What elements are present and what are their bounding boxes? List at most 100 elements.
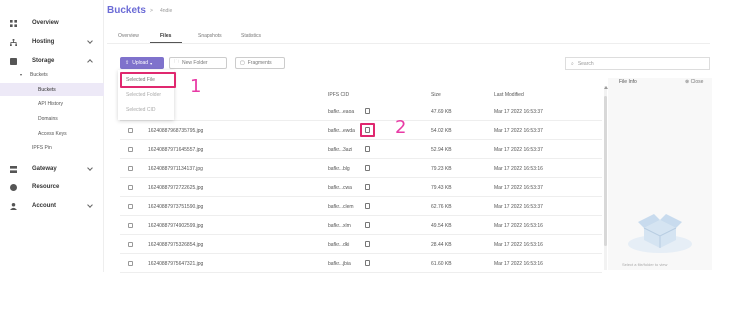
sidebar-item-label: Account — [32, 203, 56, 209]
sidebar-item-ipfs-pin[interactable]: IPFS Pin — [0, 141, 104, 154]
empty-box-illustration — [628, 214, 692, 253]
new-folder-label: New Folder — [182, 60, 208, 66]
search-icon: ⌕ — [571, 60, 574, 67]
sidebar-item-storage[interactable]: Storage — [0, 53, 104, 69]
file-modified: Mar 17 2022 16:53:16 — [494, 223, 543, 229]
scrollbar-thumb[interactable] — [604, 96, 607, 246]
chevron-up-icon — [87, 59, 93, 65]
copy-icon[interactable] — [365, 108, 370, 114]
copy-icon[interactable] — [365, 260, 370, 266]
fragments-button[interactable]: ▢ Fragments — [235, 57, 285, 69]
tab-statistics[interactable]: Statistics — [241, 33, 261, 39]
file-name[interactable]: 16240887975326854.jpg — [148, 242, 203, 248]
file-modified: Mar 17 2022 16:53:37 — [494, 109, 543, 115]
file-name[interactable]: 16240887975647321.jpg — [148, 261, 203, 267]
new-folder-button[interactable]: 🗀 New Folder — [169, 57, 227, 69]
copy-icon[interactable] — [365, 241, 370, 247]
tab-overview[interactable]: Overview — [118, 33, 139, 39]
file-cid: bafkr...3azi — [328, 147, 353, 153]
file-cid: bafkr...xlm — [328, 223, 351, 229]
file-size: 54.02 KB — [431, 128, 452, 134]
database-icon — [10, 57, 17, 65]
tab-snapshots[interactable]: Snapshots — [198, 33, 222, 39]
chevron-down-icon — [87, 38, 93, 44]
chevron-down-icon — [87, 165, 93, 171]
search-input[interactable]: ⌕ Search — [565, 57, 710, 70]
grid-icon — [10, 19, 17, 27]
row-checkbox[interactable] — [128, 147, 133, 152]
file-modified: Mar 17 2022 16:53:37 — [494, 147, 543, 153]
sidebar-group-buckets[interactable]: ▾ Buckets — [0, 68, 104, 81]
row-checkbox[interactable] — [128, 242, 133, 247]
sidebar: Overview Hosting Storage ▾ Buckets Bucke… — [0, 0, 104, 272]
sidebar-item-buckets[interactable]: Buckets — [0, 83, 104, 96]
file-cid: bafkr...cwa — [328, 185, 352, 191]
file-name[interactable]: 16240887973751590.jpg — [148, 204, 203, 210]
folder-icon: 🗀 — [174, 59, 180, 65]
table-row[interactable]: 16240887971134137.jpg bafkr...blg 79.23 KB… — [120, 160, 602, 178]
tab-files[interactable]: Files — [160, 33, 171, 39]
page-title: Buckets — [107, 5, 146, 16]
row-checkbox[interactable] — [128, 128, 133, 133]
chevron-down-icon — [87, 202, 93, 208]
row-checkbox[interactable] — [128, 185, 133, 190]
row-checkbox[interactable] — [128, 261, 133, 266]
fragments-icon: ▢ — [240, 60, 245, 66]
sidebar-group-label: Buckets — [30, 71, 48, 78]
file-modified: Mar 17 2022 16:53:37 — [494, 185, 543, 191]
sidebar-item-hosting[interactable]: Hosting — [0, 34, 104, 50]
sidebar-item-access-keys[interactable]: Access Keys — [0, 127, 104, 140]
upload-icon: ⇪ — [125, 60, 130, 66]
file-size: 49.54 KB — [431, 223, 452, 229]
annotation-number-2: 2 — [395, 117, 407, 138]
server-icon — [10, 165, 17, 173]
sidebar-item-api-history[interactable]: API History — [0, 97, 104, 110]
table-row[interactable]: bafkr...eaoa 47.69 KB Mar 17 2022 16:53:37 — [120, 103, 602, 121]
table-row[interactable]: 16240887975647321.jpg bafkr...jbia 61.60 K… — [120, 255, 602, 273]
sidebar-item-label: Storage — [32, 58, 55, 64]
table-row[interactable]: 16240887974902599.jpg bafkr...xlm 49.54 KB… — [120, 217, 602, 235]
table-row[interactable]: 16240887973751590.jpg bafkr...clem 62.76 K… — [120, 198, 602, 216]
sidebar-item-overview[interactable]: Overview — [0, 15, 104, 31]
sidebar-item-label: Gateway — [32, 166, 57, 172]
file-name[interactable]: 16240887972722625.jpg — [148, 185, 203, 191]
copy-icon[interactable] — [365, 184, 370, 190]
circle-icon — [10, 183, 17, 191]
breadcrumb-separator: > — [150, 8, 153, 14]
sidebar-item-label: IPFS Pin — [32, 144, 52, 151]
row-checkbox[interactable] — [128, 166, 133, 171]
close-button[interactable]: ⊗ Close — [685, 79, 703, 85]
file-cid: bafkr...jbia — [328, 261, 351, 267]
file-name[interactable]: 16240887974902599.jpg — [148, 223, 203, 229]
table-row[interactable]: 16240887972722625.jpg bafkr...cwa 79.43 KB… — [120, 179, 602, 197]
fragments-label: Fragments — [247, 60, 272, 66]
user-icon — [10, 202, 17, 210]
sidebar-item-account[interactable]: Account — [0, 198, 104, 214]
sidebar-item-domains[interactable]: Domains — [0, 112, 104, 125]
annotation-number-1: 1 — [190, 76, 202, 97]
copy-icon[interactable] — [365, 146, 370, 152]
copy-icon[interactable] — [365, 203, 370, 209]
copy-icon[interactable] — [365, 165, 370, 171]
file-name[interactable]: 16240887971134137.jpg — [148, 166, 203, 172]
table-row[interactable]: 16240887971645557.jpg bafkr...3azi 52.94 K… — [120, 141, 602, 159]
breadcrumb[interactable]: 4ndie — [160, 8, 172, 14]
file-info-panel — [608, 78, 712, 270]
upload-button[interactable]: ⇪ Upload ▾ — [120, 57, 164, 69]
file-modified: Mar 17 2022 16:53:16 — [494, 242, 543, 248]
file-name[interactable]: 16240887968735795.jpg — [148, 128, 203, 134]
row-checkbox[interactable] — [128, 223, 133, 228]
copy-icon[interactable] — [365, 222, 370, 228]
file-size: 28.44 KB — [431, 242, 452, 248]
sidebar-item-resource[interactable]: Resource — [0, 179, 104, 195]
sidebar-item-gateway[interactable]: Gateway — [0, 161, 104, 177]
sidebar-item-label: Overview — [32, 20, 59, 26]
file-size: 62.76 KB — [431, 204, 452, 210]
file-size: 52.94 KB — [431, 147, 452, 153]
menu-item-selected-folder[interactable]: Selected Folder — [126, 92, 161, 98]
table-row[interactable]: 16240887975326854.jpg bafkr...dki 28.44 KB… — [120, 236, 602, 254]
file-name[interactable]: 16240887971645557.jpg — [148, 147, 203, 153]
row-checkbox[interactable] — [128, 204, 133, 209]
menu-item-selected-cid[interactable]: Selected CID — [126, 107, 155, 113]
file-info-hint: Select a file/folder to view — [622, 262, 668, 267]
